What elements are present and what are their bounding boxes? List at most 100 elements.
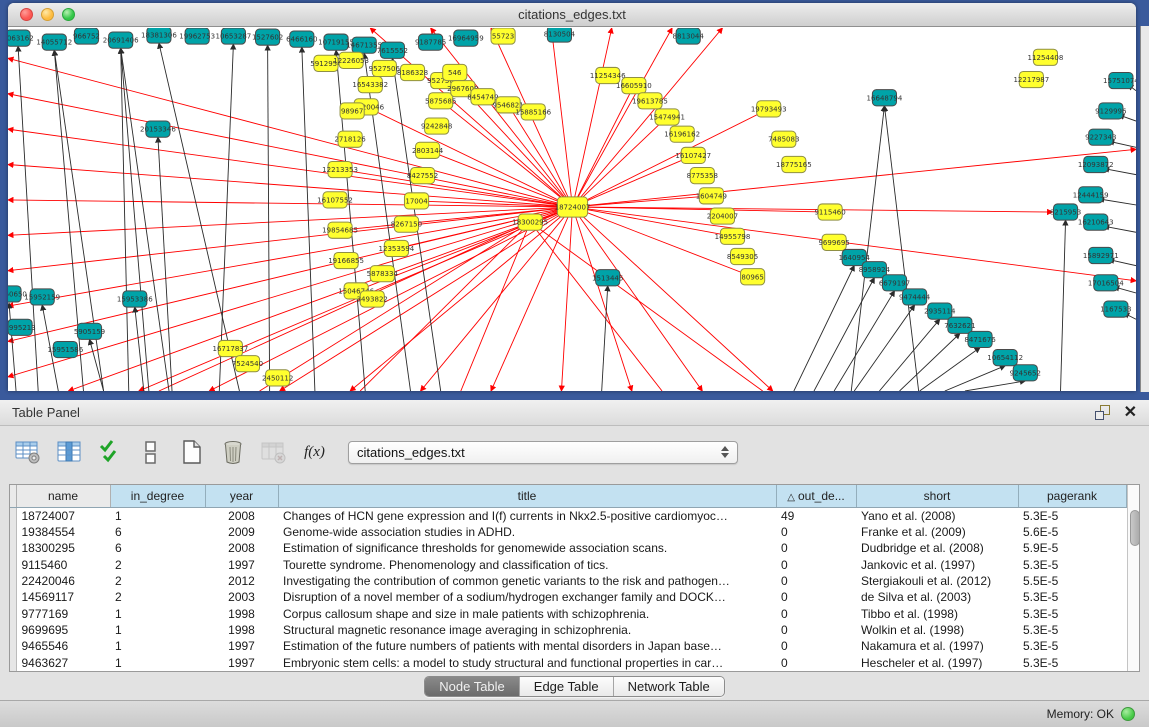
citation-edge-black[interactable] (135, 307, 144, 391)
table-cell[interactable]: 2008 (205, 540, 278, 556)
citation-edge-black[interactable] (945, 366, 1005, 391)
table-cell[interactable]: Genome-wide association studies in ADHD. (278, 524, 776, 540)
table-cell[interactable]: 9777169 (16, 606, 110, 622)
table-row[interactable]: 1872400712008Changes of HCN gene express… (10, 507, 1126, 524)
table-cell[interactable]: 0 (776, 606, 856, 622)
citation-edge-black[interactable] (268, 45, 270, 391)
network-node[interactable]: 18724007 (555, 197, 591, 217)
network-node[interactable]: 8813044 (673, 28, 705, 44)
table-mode-icon[interactable] (14, 439, 41, 466)
table-cell[interactable]: Embryonic stem cells: a model to study s… (278, 655, 776, 671)
select-all-icon[interactable] (96, 439, 123, 466)
citation-edge-red[interactable] (551, 28, 572, 207)
table-cell[interactable]: 22420046 (16, 573, 110, 589)
table-row[interactable]: 946554611997Estimation of the future num… (10, 638, 1126, 654)
table-cell[interactable]: Hescheler et al. (1997) (856, 655, 1018, 671)
column-header-name[interactable]: name (16, 485, 110, 507)
network-node[interactable]: 11254408 (1028, 49, 1064, 65)
table-cell[interactable]: 49 (776, 507, 856, 524)
network-node[interactable]: 6679197 (879, 275, 910, 291)
citation-edge-black[interactable] (920, 348, 980, 391)
network-node[interactable]: 2450112 (262, 370, 293, 386)
network-node[interactable]: 12093872 (1078, 156, 1114, 172)
network-node[interactable]: 5905159 (74, 323, 105, 339)
network-node[interactable]: 18775165 (776, 156, 812, 172)
table-cell[interactable]: Tibbo et al. (1998) (856, 606, 1018, 622)
network-node[interactable]: 19793493 (751, 101, 787, 117)
table-row[interactable]: 911546021997Tourette syndrome. Phenomeno… (10, 557, 1126, 573)
table-cell[interactable]: 5.3E-5 (1018, 589, 1126, 605)
minimize-window-button[interactable] (41, 8, 54, 21)
citation-edge-red[interactable] (366, 107, 572, 207)
citation-edge-black[interactable] (851, 106, 884, 391)
network-node[interactable]: 16717837 (212, 340, 248, 356)
table-cell[interactable]: 5.5E-5 (1018, 573, 1126, 589)
network-node[interactable]: 9242848 (421, 118, 452, 134)
network-node[interactable]: 12444159 (1073, 187, 1109, 203)
network-node[interactable]: 2204007 (707, 208, 738, 224)
network-node[interactable]: 7632621 (944, 317, 975, 333)
network-node[interactable]: 1513445 (592, 270, 623, 286)
table-cell[interactable]: Nakamura et al. (1997) (856, 638, 1018, 654)
table-cell[interactable]: Disruption of a novel member of a sodium… (278, 589, 776, 605)
table-cell[interactable]: 5.3E-5 (1018, 507, 1126, 524)
network-node[interactable]: 14055712 (36, 34, 72, 50)
network-node[interactable]: 9699695 (818, 234, 849, 250)
network-canvas[interactable]: 2063162140557129667522069140618381306199… (8, 28, 1136, 391)
zoom-window-button[interactable] (62, 8, 75, 21)
citation-edge-black[interactable] (219, 44, 233, 391)
network-node[interactable]: 20153346 (140, 121, 176, 137)
table-cell[interactable]: Tourette syndrome. Phenomenology and cla… (278, 557, 776, 573)
citation-edge-red[interactable] (573, 155, 694, 207)
clear-selection-icon[interactable] (137, 439, 164, 466)
citation-edge-black[interactable] (1104, 169, 1136, 175)
network-node[interactable]: 8186328 (397, 64, 428, 80)
table-cell[interactable]: Jankovic et al. (1997) (856, 557, 1018, 573)
table-cell[interactable]: 1997 (205, 655, 278, 671)
window-titlebar[interactable]: citations_edges.txt (8, 3, 1136, 27)
citation-edge-black[interactable] (1104, 226, 1136, 232)
network-node[interactable]: 1604749 (696, 188, 727, 204)
citation-edge-red[interactable] (8, 207, 573, 271)
function-builder-icon[interactable]: f(x) (301, 439, 328, 466)
network-node[interactable]: 98967 (340, 103, 364, 119)
citation-edge-black[interactable] (1061, 220, 1066, 391)
citation-edge-red[interactable] (8, 207, 573, 306)
network-node[interactable]: 6466160 (286, 31, 318, 47)
table-cell[interactable]: 0 (776, 638, 856, 654)
table-row[interactable]: 969969511998Structural magnetic resonanc… (10, 622, 1126, 638)
table-cell[interactable]: 5.9E-5 (1018, 540, 1126, 556)
network-node[interactable]: 8267150 (391, 216, 423, 232)
table-cell[interactable]: Estimation of the future numbers of pati… (278, 638, 776, 654)
table-cell[interactable]: Dudbridge et al. (2008) (856, 540, 1018, 556)
citation-edge-red[interactable] (573, 28, 612, 207)
column-header-title[interactable]: title (278, 485, 776, 507)
citation-edge-black[interactable] (854, 305, 914, 391)
table-cell[interactable]: 1998 (205, 622, 278, 638)
network-node[interactable]: 9115460 (814, 204, 846, 220)
table-cell[interactable]: 1 (110, 638, 205, 654)
float-panel-icon[interactable] (1095, 405, 1110, 420)
table-cell[interactable]: 14569117 (16, 589, 110, 605)
network-node[interactable]: 19854685 (322, 222, 358, 238)
network-node[interactable]: 15953386 (117, 291, 153, 307)
network-node[interactable]: 16107552 (317, 192, 353, 208)
table-selector-dropdown[interactable]: citations_edges.txt (348, 441, 738, 464)
citation-edge-red[interactable] (561, 207, 572, 391)
citation-edge-red[interactable] (573, 86, 634, 207)
table-row[interactable]: 977716911998Corpus callosum shape and si… (10, 606, 1126, 622)
table-cell[interactable]: Structural magnetic resonance image aver… (278, 622, 776, 638)
network-node[interactable]: 2803144 (412, 142, 444, 158)
network-node[interactable]: 19166855 (328, 252, 364, 268)
table-cell[interactable]: 9115460 (16, 557, 110, 573)
table-row[interactable]: 946362711997Embryonic stem cells: a mode… (10, 655, 1126, 671)
citation-edge-red[interactable] (573, 207, 703, 391)
network-node[interactable]: 546 (443, 64, 467, 80)
network-node[interactable]: 5878334 (367, 266, 399, 282)
table-cell[interactable]: 2 (110, 589, 205, 605)
network-node[interactable]: 80965 (741, 269, 765, 285)
network-graph[interactable]: 2063162140557129667522069140618381306199… (8, 28, 1136, 391)
network-node[interactable]: 19613785 (632, 93, 668, 109)
table-cell[interactable]: 9699695 (16, 622, 110, 638)
table-cell[interactable]: 0 (776, 589, 856, 605)
